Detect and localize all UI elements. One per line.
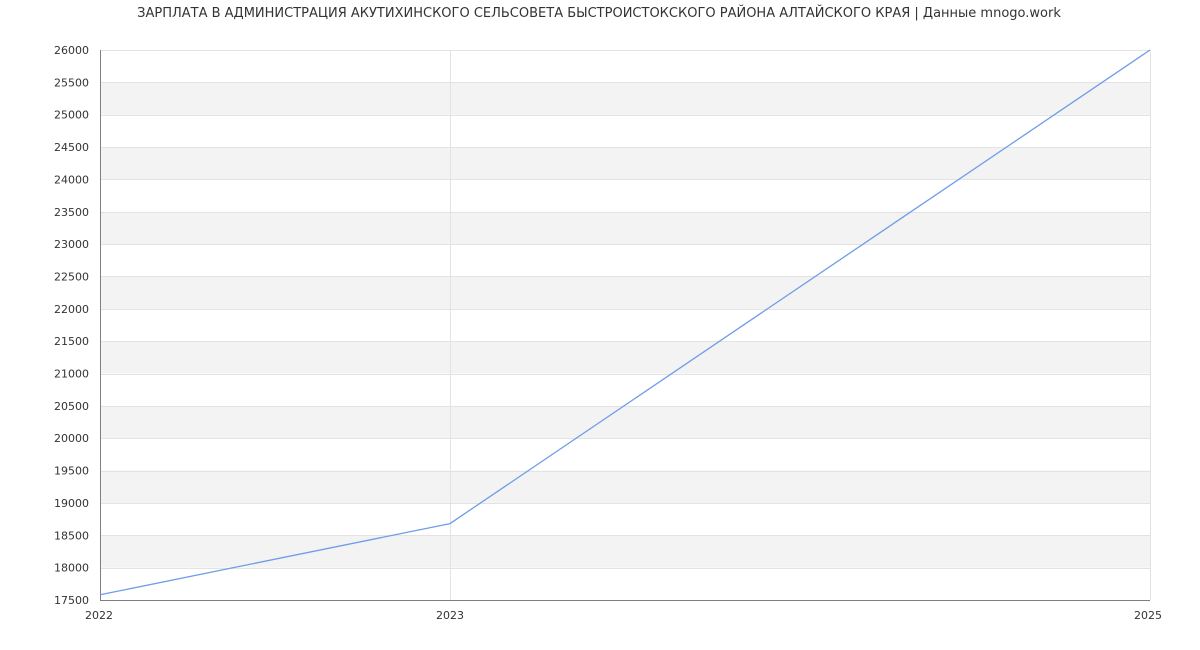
y-tick-label: 21500 [54, 335, 89, 348]
y-tick-label: 19500 [54, 465, 89, 478]
chart-plot: 17500 18000 18500 19000 19500 20000 20500 21000… [54, 44, 1162, 622]
y-tick-label: 19000 [54, 497, 89, 510]
grid-band [100, 147, 1150, 180]
y-tick-label: 17500 [54, 594, 89, 607]
grid-band [100, 82, 1150, 115]
y-tick-label: 25000 [54, 109, 89, 122]
y-tick-label: 22000 [54, 303, 89, 316]
y-tick-label: 24500 [54, 141, 89, 154]
series-line [99, 49, 1151, 596]
y-tick-label: 25500 [54, 76, 89, 89]
y-tick-label: 18500 [54, 529, 89, 542]
chart-root: ЗАРПЛАТА В АДМИНИСТРАЦИЯ АКУТИХИНСКОГО С… [0, 0, 1200, 650]
y-tick-label: 23500 [54, 206, 89, 219]
grid-band [100, 341, 1150, 374]
grid-band [100, 470, 1150, 503]
y-tick-label: 22500 [54, 270, 89, 283]
grid-band [100, 405, 1150, 439]
y-tick-label: 18000 [54, 562, 89, 575]
y-tick-label: 24000 [54, 173, 89, 186]
x-tick-label: 2023 [436, 609, 464, 622]
y-tick-label: 20500 [54, 400, 89, 413]
y-tick-label: 21000 [54, 368, 89, 381]
grid-band [100, 276, 1150, 309]
grid-band [100, 211, 1150, 245]
x-tick-label: 2022 [85, 609, 113, 622]
x-tick-label: 2025 [1134, 609, 1162, 622]
y-tick-label: 20000 [54, 432, 89, 445]
y-tick-label: 26000 [54, 44, 89, 57]
y-tick-label: 23000 [54, 238, 89, 251]
